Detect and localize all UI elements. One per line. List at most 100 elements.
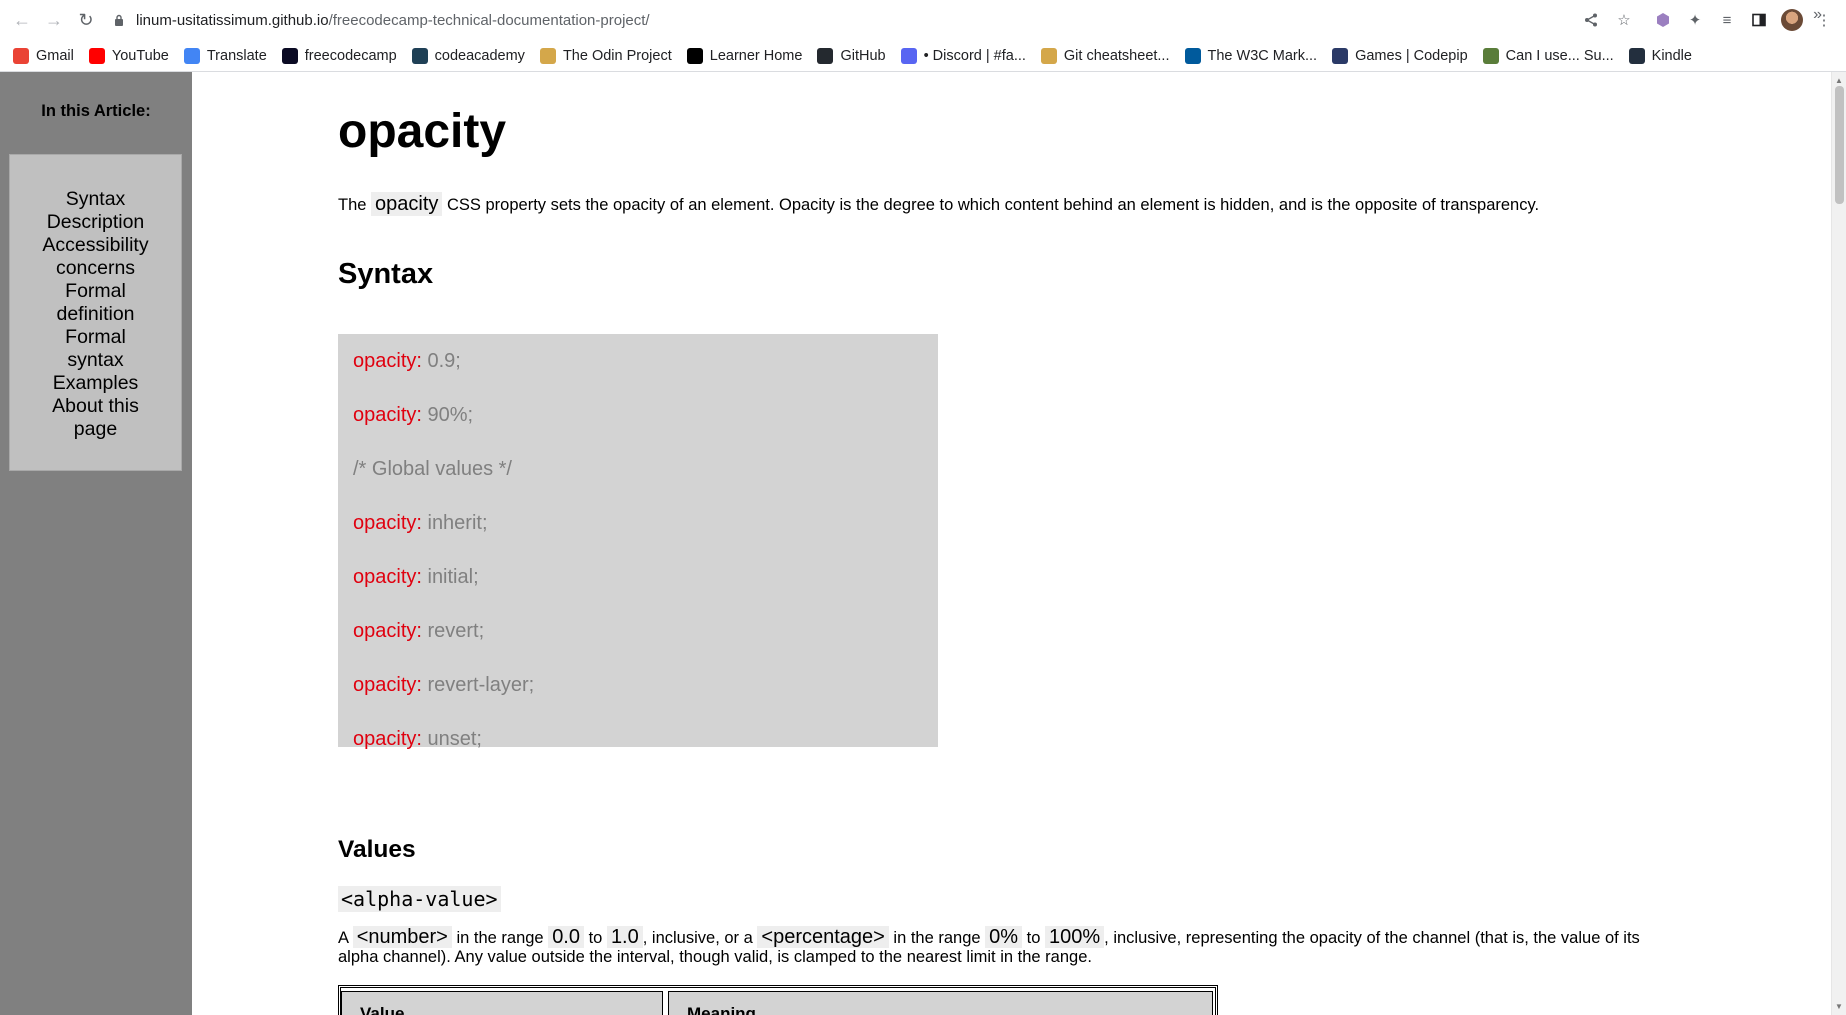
bookmark-label: codeacademy	[434, 48, 525, 64]
code-line: opacity: initial;	[353, 566, 923, 620]
syntax-heading: Syntax	[338, 258, 434, 290]
bookmark-label: • Discord | #fa...	[923, 48, 1026, 64]
inline-code: 1.0	[606, 926, 643, 948]
page-viewport: In this Article: Syntax Description Access…	[0, 72, 1846, 1015]
toc-link[interactable]: About this page	[36, 395, 156, 441]
bookmark-item[interactable]: The Odin Project	[539, 48, 672, 64]
bookmark-item[interactable]: GitHub	[817, 48, 886, 64]
code-property: opacity:	[353, 512, 422, 534]
code-value: unset;	[421, 728, 482, 750]
toc-link[interactable]: Accessibility concerns	[36, 234, 156, 280]
bookmark-label: YouTube	[111, 48, 169, 64]
inline-code: opacity	[371, 192, 443, 216]
scroll-down-icon[interactable]: ▼	[1835, 1002, 1843, 1011]
browser-toolbar: ← → ↻ linum-usitatissimum.github.io/free…	[0, 0, 1846, 40]
bookmark-item[interactable]: Translate	[183, 48, 267, 64]
codepip-icon	[1332, 48, 1349, 64]
inline-code: 100%	[1045, 926, 1105, 948]
bookmark-item[interactable]: Games | Codepip	[1332, 48, 1468, 64]
sidebar: In this Article: Syntax Description Access…	[0, 72, 192, 1015]
reading-list-icon[interactable]: ≡	[1716, 9, 1738, 31]
bookmark-item[interactable]: Can I use... Su...	[1482, 48, 1614, 64]
freecodecamp-icon	[281, 48, 298, 64]
back-arrow-icon[interactable]: ←	[10, 8, 34, 32]
bookmark-item[interactable]: freecodecamp	[281, 48, 397, 64]
values-heading: Values	[338, 836, 416, 863]
code-property: opacity:	[353, 728, 422, 750]
bookmark-label: Games | Codepip	[1355, 48, 1468, 64]
toc-link[interactable]: Description	[36, 211, 156, 234]
desc-text: to	[1022, 929, 1045, 947]
bookmark-label: GitHub	[840, 48, 886, 64]
bookmark-label: Translate	[206, 48, 267, 64]
odin-icon	[539, 48, 556, 64]
youtube-icon	[88, 48, 105, 64]
bookmark-item[interactable]: Kindle	[1628, 48, 1692, 64]
gmail-icon	[13, 48, 29, 64]
bookmark-item[interactable]: The W3C Mark...	[1184, 48, 1318, 64]
sidebar-title: In this Article:	[41, 102, 151, 120]
side-panel-icon[interactable]	[1748, 9, 1770, 31]
code-line: opacity: 0.9;	[353, 350, 923, 404]
code-line: opacity: revert;	[353, 620, 923, 674]
code-value: revert;	[421, 620, 485, 642]
bookmark-item[interactable]: Gmail	[13, 48, 74, 64]
syntax-code-block: opacity: 0.9; opacity: 90%;/* Global valu…	[338, 334, 938, 750]
page-scrollbar[interactable]: ▲ ▼	[1831, 72, 1846, 1015]
bookmark-label: Learner Home	[709, 48, 803, 64]
forward-arrow-icon[interactable]: →	[42, 8, 66, 32]
bookmark-item[interactable]: Learner Home	[686, 48, 803, 64]
edx-icon	[686, 48, 703, 64]
toc-link[interactable]: Syntax	[36, 188, 156, 211]
discord-icon	[900, 48, 917, 64]
alpha-value-description: A <number> in the range 0.0 to 1.0, incl…	[338, 926, 1658, 967]
intro-text-after: CSS property sets the opacity of an elem…	[442, 196, 1540, 214]
reload-icon[interactable]: ↻	[74, 8, 98, 32]
github-icon	[817, 48, 834, 64]
code-value: /* Global values */	[353, 458, 512, 480]
bookmark-label: The Odin Project	[562, 48, 672, 64]
table-header-meaning: Meaning	[668, 991, 1213, 1015]
toc-link[interactable]: Formal syntax	[36, 326, 156, 372]
code-property: opacity:	[353, 566, 422, 588]
desc-text: , inclusive, or a	[642, 929, 758, 947]
bookmark-label: Git cheatsheet...	[1063, 48, 1170, 64]
caniuse-icon	[1482, 48, 1499, 64]
inline-code: 0%	[985, 926, 1023, 948]
bookmark-star-icon[interactable]: ☆	[1613, 9, 1635, 31]
inline-code: <percentage>	[757, 926, 889, 948]
address-bar[interactable]: linum-usitatissimum.github.io/freecodeca…	[112, 7, 1512, 33]
scroll-up-icon[interactable]: ▲	[1835, 76, 1843, 85]
desc-text: A	[338, 929, 353, 947]
code-property: opacity:	[353, 350, 422, 372]
profile-avatar-icon[interactable]	[1781, 9, 1803, 31]
code-value: 0.9;	[421, 350, 461, 372]
alpha-value-term: <alpha-value>	[338, 886, 501, 912]
code-line: opacity: unset;	[353, 728, 923, 782]
bookmark-item[interactable]: • Discord | #fa...	[900, 48, 1026, 64]
codecademy-icon	[411, 48, 428, 64]
table-of-contents: Syntax Description Accessibility concerns F…	[9, 154, 182, 471]
puzzle-icon[interactable]: ✦	[1684, 9, 1706, 31]
scroll-thumb[interactable]	[1835, 86, 1844, 204]
inline-code: <number>	[352, 926, 452, 948]
code-line: opacity: revert-layer;	[353, 674, 923, 728]
bookmark-item[interactable]: YouTube	[88, 48, 169, 64]
kindle-icon	[1628, 48, 1645, 64]
bookmarks-bar: Gmail YouTube Translate freecodecamp codeaca…	[0, 40, 1846, 72]
toc-link[interactable]: Formal definition	[36, 280, 156, 326]
extension-icon[interactable]	[1652, 9, 1674, 31]
share-icon[interactable]	[1580, 9, 1602, 31]
bookmark-label: The W3C Mark...	[1207, 48, 1318, 64]
toc-link[interactable]: Examples	[36, 372, 156, 395]
intro-paragraph: The opacity CSS property sets the opacit…	[338, 192, 1638, 216]
inline-code: 0.0	[548, 926, 584, 948]
bookmark-item[interactable]: codeacademy	[411, 48, 525, 64]
desc-text: in the range	[451, 929, 549, 947]
desc-text: to	[584, 929, 607, 947]
url-path: /freecodecamp-technical-documentation-pr…	[328, 11, 650, 29]
bookmark-item[interactable]: Git cheatsheet...	[1040, 48, 1170, 64]
code-value: initial;	[421, 566, 479, 588]
bookmarks-overflow-icon[interactable]: »	[1813, 6, 1822, 24]
values-table: Value Meaning	[338, 985, 1218, 1015]
